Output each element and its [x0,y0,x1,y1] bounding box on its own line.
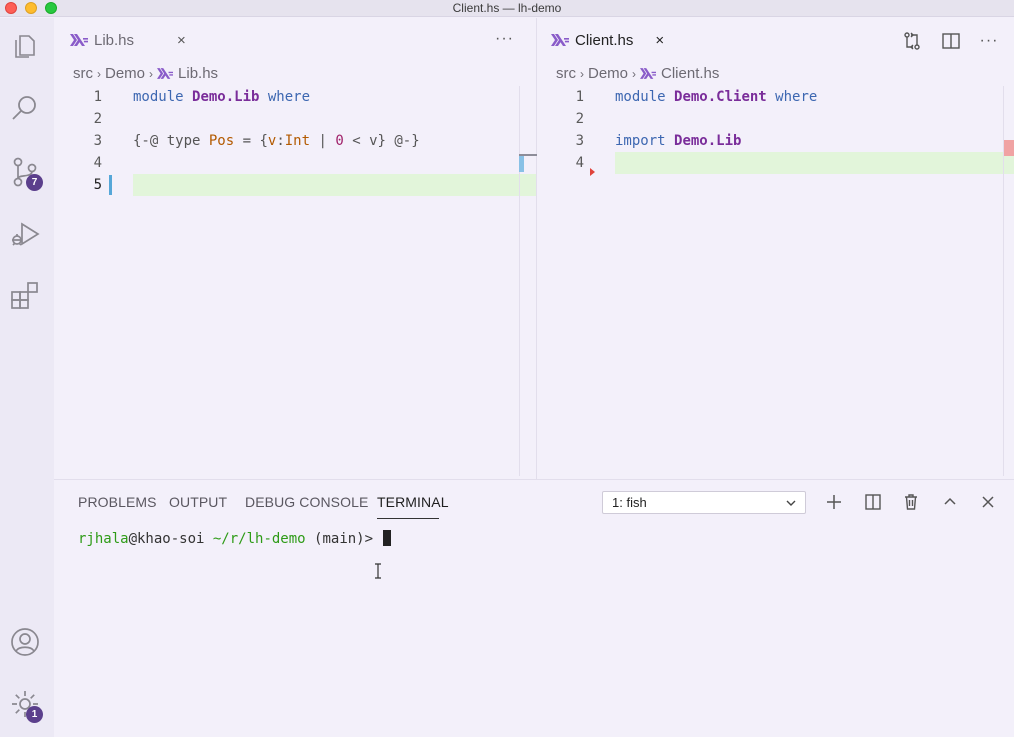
activity-bar: 7 1 [0,18,54,737]
haskell-file-icon [70,34,88,46]
bottom-panel: PROBLEMS OUTPUT DEBUG CONSOLE TERMINAL 1… [54,479,1014,737]
tab-client-hs[interactable]: Client.hs × [551,29,664,51]
breadcrumb-item[interactable]: Lib.hs [178,65,218,82]
added-line-highlight [133,174,536,196]
line-number: 4 [93,155,102,171]
tab-terminal[interactable]: TERMINAL [377,494,449,510]
code-line: 2 [537,108,1014,130]
more-actions-button[interactable]: ··· [495,30,514,48]
tab-lib-hs[interactable]: Lib.hs × [70,29,186,51]
text-cursor-icon [375,563,381,579]
active-tab-indicator [377,518,439,519]
code-line-current: 5 [54,174,536,196]
modified-gutter-marker [109,175,112,195]
breadcrumb-left: src › Demo › Lib.hs [73,65,218,82]
prompt-host: @khao-soi [128,531,205,547]
minimap-edge [519,86,520,476]
trash-icon[interactable] [901,492,921,512]
minimap-edge [1003,86,1004,476]
account-icon[interactable] [9,626,41,658]
line-text: import Demo.Lib [615,133,742,149]
tab-output[interactable]: OUTPUT [169,494,227,510]
tab-debug-console[interactable]: DEBUG CONSOLE [245,494,368,510]
extensions-icon[interactable] [9,280,41,312]
manage-badge: 1 [26,706,43,723]
line-number: 1 [575,89,584,105]
breadcrumb-right: src › Demo › Client.hs [556,65,719,82]
title-bar: Client.hs — lh-demo [0,0,1014,17]
breadcrumb-item[interactable]: Client.hs [661,65,719,82]
chevron-right-icon: › [149,66,154,81]
line-number: 4 [575,155,584,171]
split-terminal-icon[interactable] [863,492,883,512]
breadcrumb-item[interactable]: src [556,65,576,82]
more-icon: ··· [495,30,514,47]
new-terminal-icon[interactable] [824,492,844,512]
added-line-highlight [615,152,1014,174]
tab-close-icon[interactable]: × [177,32,186,49]
line-number: 5 [93,177,102,193]
tab-bar-left: Lib.hs × ··· [54,18,536,62]
editor-actions: ··· [900,30,1001,52]
line-number: 2 [575,111,584,127]
prompt-path: ~/r/lh-demo [212,531,306,547]
tab-problems[interactable]: PROBLEMS [78,494,157,510]
prompt-branch: (main)> [314,531,374,547]
terminal-output[interactable]: rjhala@khao-soi ~/r/lh-demo (main)> [78,530,392,547]
breadcrumb-item[interactable]: Demo [105,65,145,82]
chevron-right-icon: › [632,66,637,81]
search-icon[interactable] [9,92,41,124]
line-text: module Demo.Client where [615,89,818,105]
haskell-file-icon [551,34,569,46]
code-line: 1 module Demo.Client where [537,86,1014,108]
line-number: 1 [93,89,102,105]
code-line: 1 module Demo.Lib where [54,86,536,108]
line-number: 2 [93,111,102,127]
overview-ruler-error [1003,140,1014,156]
close-panel-icon[interactable] [978,492,998,512]
deleted-line-marker[interactable] [590,168,595,176]
tab-bar-right: Client.hs × ··· [537,18,1014,62]
terminal-selector-value: 1: fish [612,495,647,510]
terminal-cursor [383,530,392,546]
source-control-badge: 7 [26,174,43,191]
line-number: 3 [93,133,102,149]
editor-group-left: Lib.hs × ··· src › Demo › Lib.hs 1 modul… [54,18,537,479]
tab-close-icon[interactable]: × [655,32,664,49]
code-line: 4 [54,152,536,174]
run-debug-icon[interactable] [9,218,41,250]
maximize-panel-icon[interactable] [940,492,960,512]
window-title: Client.hs — lh-demo [452,1,562,15]
code-line: 3 import Demo.Lib [537,130,1014,152]
prompt-user: rjhala [78,531,129,547]
editor-group-right: Client.hs × ··· src › Demo › Client.hs 1… [537,18,1014,479]
breadcrumb-item[interactable]: src [73,65,93,82]
explorer-icon[interactable] [9,30,41,62]
code-line: 2 [54,108,536,130]
terminal-selector[interactable]: 1: fish [602,491,806,514]
line-text: {-@ type Pos = {v:Int | 0 < v} @-} [133,133,420,149]
split-editor-icon[interactable] [939,30,963,52]
more-icon[interactable]: ··· [977,30,1001,52]
chevron-right-icon: › [97,66,101,81]
overview-ruler-mark [519,156,524,172]
line-text: module Demo.Lib where [133,89,311,105]
chevron-right-icon: › [580,66,584,81]
line-number: 3 [575,133,584,149]
haskell-file-icon [157,68,174,79]
chevron-down-icon [786,500,796,506]
tab-label: Lib.hs [94,31,135,49]
code-line: 3 {-@ type Pos = {v:Int | 0 < v} @-} [54,130,536,152]
tab-label: Client.hs [575,31,634,49]
breadcrumb-item[interactable]: Demo [588,65,628,82]
code-line-current: 4 [537,152,1014,174]
open-changes-icon[interactable] [900,30,924,52]
vscode-window: Client.hs — lh-demo 7 1 Lib.hs × ··· src… [0,0,1014,737]
haskell-file-icon [640,68,657,79]
